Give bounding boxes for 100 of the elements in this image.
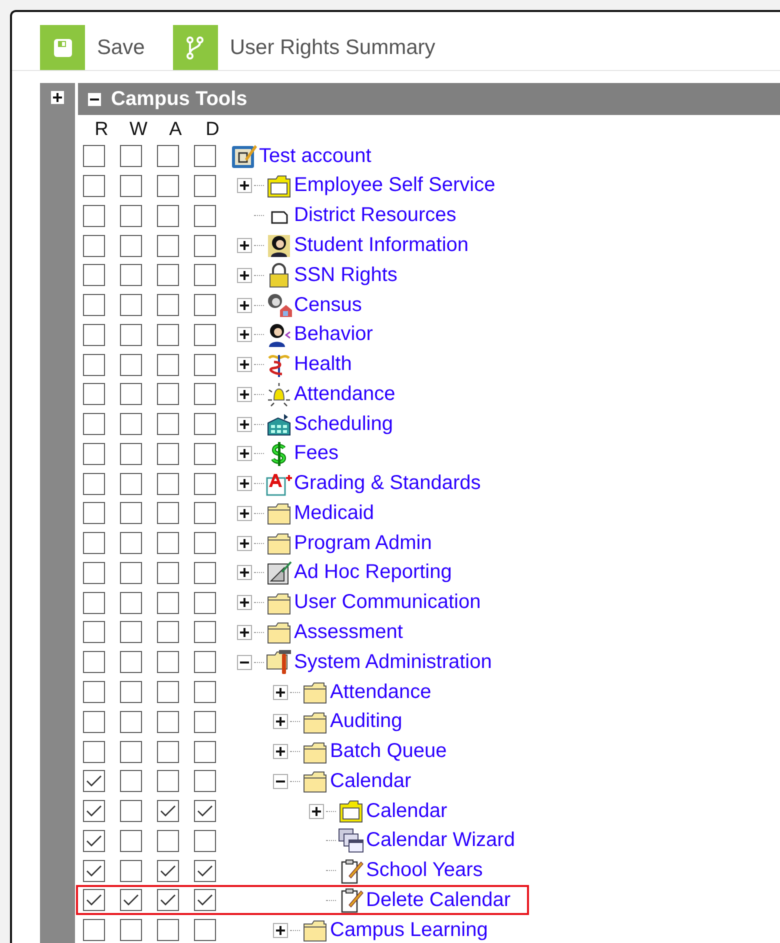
checkbox[interactable] <box>120 145 142 168</box>
checkbox[interactable] <box>157 502 179 524</box>
checkbox[interactable] <box>83 860 105 882</box>
checkbox[interactable] <box>83 174 105 197</box>
checkbox[interactable] <box>83 919 105 942</box>
checkbox[interactable] <box>157 860 179 882</box>
checkbox[interactable] <box>194 324 216 346</box>
tree-item-link[interactable]: Assessment <box>294 620 403 644</box>
checkbox[interactable] <box>120 442 142 465</box>
checkbox[interactable] <box>120 472 142 495</box>
checkbox[interactable] <box>120 592 142 614</box>
checkbox[interactable] <box>194 174 216 197</box>
tree-item-link[interactable]: Ad Hoc Reporting <box>294 561 452 584</box>
checkbox[interactable] <box>157 770 179 792</box>
checkbox[interactable] <box>120 710 142 733</box>
checkbox[interactable] <box>120 204 142 227</box>
checkbox[interactable] <box>194 651 216 674</box>
checkbox[interactable] <box>194 800 216 822</box>
checkbox[interactable] <box>120 294 142 316</box>
checkbox[interactable] <box>194 860 216 882</box>
tree-item-link[interactable]: District Resources <box>294 204 456 228</box>
tree-item-link[interactable]: Campus Learning <box>330 918 488 942</box>
tree-item-link[interactable]: Calendar <box>330 770 412 793</box>
checkbox[interactable] <box>83 830 105 852</box>
tree-item-link[interactable]: Attendance <box>294 382 396 406</box>
checkbox[interactable] <box>83 383 105 406</box>
expand-button[interactable] <box>51 91 64 104</box>
tree-item-link[interactable]: Delete Calendar <box>366 888 511 912</box>
checkbox[interactable] <box>157 592 179 614</box>
checkbox[interactable] <box>120 174 142 197</box>
tree-item-link[interactable]: Employee Self Service <box>294 174 496 198</box>
checkbox[interactable] <box>194 770 216 792</box>
expand-button[interactable] <box>273 922 288 938</box>
checkbox[interactable] <box>194 740 216 763</box>
checkbox[interactable] <box>157 532 179 554</box>
checkbox[interactable] <box>194 383 216 406</box>
expand-button[interactable] <box>237 446 252 462</box>
checkbox[interactable] <box>157 562 179 584</box>
checkbox[interactable] <box>194 145 216 168</box>
collapse-button[interactable] <box>237 654 252 670</box>
tree-item-link[interactable]: Program Admin <box>294 532 432 555</box>
checkbox[interactable] <box>83 621 105 644</box>
checkbox[interactable] <box>120 264 142 286</box>
checkbox[interactable] <box>83 354 105 376</box>
tree-item-link[interactable]: Auditing <box>330 710 402 734</box>
checkbox[interactable] <box>120 860 142 882</box>
checkbox[interactable] <box>194 919 216 942</box>
checkbox[interactable] <box>83 562 105 584</box>
checkbox[interactable] <box>83 442 105 465</box>
checkbox[interactable] <box>194 592 216 614</box>
checkbox[interactable] <box>83 472 105 495</box>
checkbox[interactable] <box>194 830 216 852</box>
checkbox[interactable] <box>120 830 142 852</box>
expand-button[interactable] <box>237 506 252 521</box>
checkbox[interactable] <box>120 621 142 644</box>
expand-button[interactable] <box>237 416 252 432</box>
checkbox[interactable] <box>157 234 179 256</box>
expand-button[interactable] <box>237 327 252 342</box>
checkbox[interactable] <box>194 562 216 584</box>
checkbox[interactable] <box>157 354 179 376</box>
checkbox[interactable] <box>194 889 216 912</box>
expand-button[interactable] <box>237 178 252 194</box>
checkbox[interactable] <box>157 621 179 644</box>
checkbox[interactable] <box>120 889 142 912</box>
tree-item-link[interactable]: Batch Queue <box>330 740 447 764</box>
checkbox[interactable] <box>194 442 216 465</box>
checkbox[interactable] <box>157 680 179 703</box>
checkbox[interactable] <box>157 472 179 495</box>
tree-item-link[interactable]: Test account <box>259 144 372 168</box>
expand-button[interactable] <box>237 238 252 254</box>
checkbox[interactable] <box>83 324 105 346</box>
expand-button[interactable] <box>237 595 252 610</box>
checkbox[interactable] <box>157 264 179 286</box>
checkbox[interactable] <box>157 174 179 197</box>
tree-item-link[interactable]: System Administration <box>294 650 492 674</box>
collapse-button[interactable] <box>273 774 288 789</box>
checkbox[interactable] <box>83 770 105 792</box>
checkbox[interactable] <box>83 234 105 256</box>
checkbox[interactable] <box>194 710 216 733</box>
checkbox[interactable] <box>83 145 105 168</box>
checkbox[interactable] <box>120 234 142 256</box>
checkbox[interactable] <box>83 680 105 703</box>
checkbox[interactable] <box>83 592 105 614</box>
checkbox[interactable] <box>83 651 105 674</box>
checkbox[interactable] <box>194 680 216 703</box>
checkbox[interactable] <box>120 740 142 763</box>
summary-button[interactable]: User Rights Summary <box>172 25 436 70</box>
tree-item-link[interactable]: SSN Rights <box>294 264 398 287</box>
checkbox[interactable] <box>83 264 105 286</box>
expand-button[interactable] <box>237 476 252 492</box>
checkbox[interactable] <box>194 354 216 376</box>
tree-item-link[interactable]: Calendar <box>366 800 448 823</box>
checkbox[interactable] <box>157 294 179 316</box>
checkbox[interactable] <box>157 413 179 436</box>
checkbox[interactable] <box>120 562 142 584</box>
checkbox[interactable] <box>83 204 105 227</box>
checkbox[interactable] <box>83 710 105 733</box>
checkbox[interactable] <box>194 234 216 256</box>
checkbox[interactable] <box>120 354 142 376</box>
checkbox[interactable] <box>157 800 179 822</box>
